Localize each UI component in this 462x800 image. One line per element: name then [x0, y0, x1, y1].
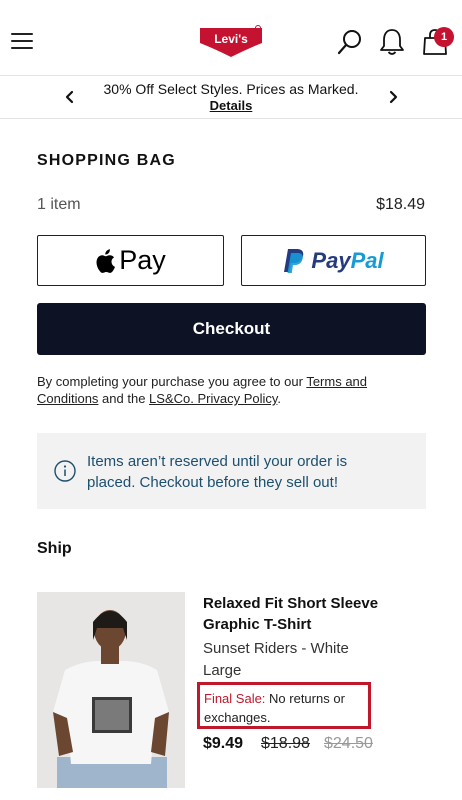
checkout-button[interactable]: Checkout [37, 303, 426, 355]
order-total: $18.49 [376, 196, 425, 213]
item-count: 1 item [37, 196, 81, 213]
brand-text: Levi's [214, 32, 248, 46]
final-sale-notice: Final Sale: No returns or exchanges. [197, 682, 371, 729]
product-size: Large [203, 662, 242, 679]
paypal-wordmark-part2: Pal [350, 247, 384, 273]
product-image[interactable] [37, 592, 185, 788]
apple-pay-button[interactable]: Pay [37, 235, 224, 286]
chevron-right-icon[interactable] [386, 90, 400, 104]
info-icon [54, 460, 76, 482]
levis-logo[interactable]: Levi's [198, 25, 264, 59]
terms-suffix: . [277, 391, 282, 406]
terms-prefix: By completing your purchase you agree to… [37, 374, 307, 389]
menu-icon[interactable] [11, 33, 33, 49]
product-photo [37, 592, 185, 788]
paypal-wordmark-part1: Pay [311, 247, 351, 273]
privacy-policy-link[interactable]: LS&Co. Privacy Policy [149, 391, 277, 406]
ship-heading: Ship [37, 540, 72, 557]
original-price: $24.50 [324, 735, 373, 752]
final-sale-label: Final Sale: [204, 691, 266, 706]
bell-icon[interactable] [380, 28, 404, 56]
product-name[interactable]: Relaxed Fit Short Sleeve Graphic T-Shirt [203, 593, 403, 635]
promo-banner: 30% Off Select Styles. Prices as Marked.… [0, 76, 462, 119]
search-icon[interactable] [337, 28, 363, 56]
apple-icon [96, 248, 116, 273]
previous-price: $18.98 [261, 735, 310, 752]
terms-text: By completing your purchase you agree to… [37, 373, 417, 407]
paypal-wordmark: PayPal [311, 248, 383, 274]
paypal-icon [284, 248, 304, 273]
notice-text: Items aren’t reserved until your order i… [87, 453, 348, 491]
terms-middle: and the [98, 391, 150, 406]
cart-count-badge: 1 [434, 27, 454, 47]
page-title: SHOPPING BAG [37, 152, 176, 169]
paypal-button[interactable]: PayPal [241, 235, 426, 286]
apple-pay-label: Pay [119, 245, 166, 275]
header: Levi's 1 [0, 0, 462, 76]
product-color: Sunset Riders - White [203, 640, 349, 657]
sale-price: $9.49 [203, 735, 244, 752]
reservation-notice: Items aren’t reserved until your order i… [37, 433, 426, 509]
